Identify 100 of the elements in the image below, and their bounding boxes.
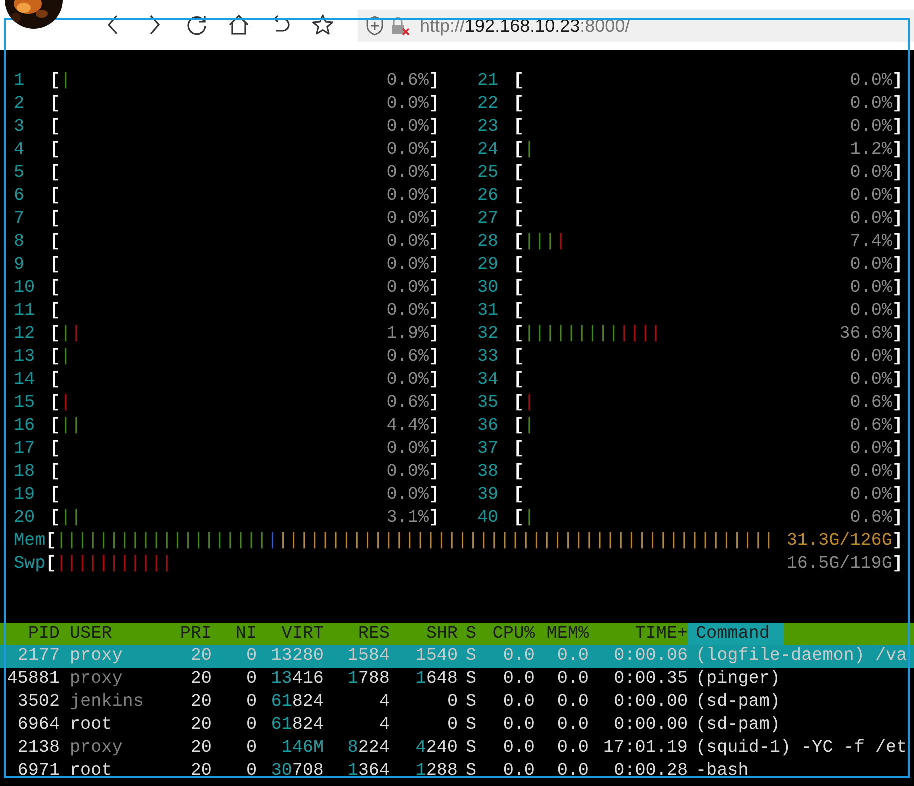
back-icon	[108, 15, 118, 35]
cpu-number: 10	[14, 277, 36, 300]
table-cell-text: 2177	[16, 645, 60, 668]
table-cell-text: 0	[245, 645, 257, 668]
usage-reading: 31.3G/126G	[786, 530, 892, 553]
usage-reading: 0.0%	[386, 484, 429, 507]
column-header[interactable]: TIME+	[589, 623, 688, 645]
meter-bracket: ]	[428, 415, 440, 438]
table-cell-text: 4	[378, 691, 390, 714]
table-cell-text: 0	[446, 691, 458, 714]
meter-bracket: ]	[428, 208, 440, 231]
table-cell-text: 61824	[270, 691, 324, 714]
table-cell-text: S	[465, 645, 478, 668]
process-row[interactable]: 6964 root 20 0 61824 4 0 S 0.0 0.0 0:00.00 (sd-pam)	[0, 714, 914, 737]
table-cell-text: 8224	[346, 737, 390, 760]
table-cell-text: 1788	[346, 668, 390, 691]
column-header[interactable]: MEM%	[535, 623, 589, 645]
usage-reading: 0.0%	[386, 93, 429, 116]
meter-bracket: ]	[892, 185, 903, 208]
meter-bracket: [	[50, 93, 61, 116]
usage-reading: 0.0%	[850, 254, 892, 277]
meter-label: Mem	[14, 530, 46, 553]
table-cell-text: 0	[245, 714, 257, 737]
process-row[interactable]: 6971 root 20 0 30708 1364 1288 S 0.0 0.0 0:00.28 -bash	[0, 760, 914, 783]
meter-bracket: [	[514, 139, 524, 162]
table-cell-text: 20	[190, 645, 212, 668]
table-cell-text: S	[465, 691, 478, 714]
usage-reading: 0.0%	[850, 484, 892, 507]
insecure-lock-icon	[390, 16, 410, 36]
meter-bracket: [	[514, 415, 524, 438]
meter-bracket: [	[50, 116, 61, 139]
usage-reading: 0.0%	[386, 116, 429, 139]
table-cell-text: S	[465, 760, 478, 783]
cpu-number: 17	[14, 438, 36, 461]
meter-bracket: [	[46, 553, 56, 576]
cpu-number: 31	[478, 300, 500, 323]
usage-reading: 1.9%	[386, 323, 429, 346]
column-header[interactable]: NI	[212, 623, 257, 645]
table-cell-text: 1648	[414, 668, 458, 691]
address-bar[interactable]: http://192.168.10.23:8000/	[358, 10, 914, 42]
cpu-number: 1	[14, 70, 26, 93]
meter-bracket: ]	[428, 185, 440, 208]
meter-bracket: ]	[428, 162, 440, 185]
usage-bar-label: |	[524, 415, 535, 438]
usage-reading: 0.0%	[386, 231, 429, 254]
column-header[interactable]: SHR	[390, 623, 458, 645]
column-header[interactable]: PRI	[160, 623, 212, 645]
meter-bracket: [	[514, 70, 524, 93]
meter-bracket: ]	[892, 553, 903, 576]
column-header[interactable]: RES	[324, 623, 390, 645]
meter-bracket: ]	[428, 392, 440, 415]
usage-bar-label: ||||||||||||||||||||||||||||||||||||||||||||||||||||||||||||||||||||	[56, 530, 774, 553]
process-row[interactable]: 45881 proxy 20 0 13416 1788 1648 S 0.0 0.0 0:00.35 (pinger)	[0, 668, 914, 691]
usage-reading: 7.4%	[850, 231, 892, 254]
meter-bracket: [	[514, 323, 524, 346]
usage-reading: 0.0%	[386, 369, 429, 392]
cpu-number: 9	[14, 254, 26, 277]
table-cell-text: 3502	[16, 691, 60, 714]
usage-reading: 0.6%	[850, 507, 892, 530]
table-cell-text: 0.0	[556, 737, 589, 760]
process-row[interactable]: 2138 proxy 20 0 146M 8224 4240 S 0.0 0.0 17:01.19 (squid-1) -YC -f /et	[0, 737, 914, 760]
column-header[interactable]: S	[458, 623, 480, 645]
url-text[interactable]: http://192.168.10.23:8000/	[420, 16, 630, 36]
column-header[interactable]: USER	[60, 623, 160, 645]
column-header[interactable]: Command	[688, 623, 784, 645]
meter-bracket: [	[514, 461, 524, 484]
usage-reading: 1.2%	[850, 139, 892, 162]
meter-bracket: ]	[428, 70, 440, 93]
process-row[interactable]: 3502 jenkins 20 0 61824 4 0 S 0.0 0.0 0:00.00 (sd-pam)	[0, 691, 914, 714]
cpu-number: 30	[478, 277, 500, 300]
table-cell-text: 0.0	[556, 645, 589, 668]
meter-bracket: [	[50, 392, 61, 415]
usage-reading: 0.0%	[386, 438, 429, 461]
table-cell-text: jenkins	[69, 691, 145, 714]
cpu-number: 24	[478, 139, 500, 162]
cpu-number: 22	[478, 93, 500, 116]
meter-bracket: ]	[892, 530, 903, 553]
usage-reading: 0.0%	[850, 185, 892, 208]
meter-bracket: [	[514, 369, 524, 392]
meter-bracket: ]	[892, 323, 903, 346]
table-cell-text: 146M	[280, 737, 324, 760]
usage-reading: 0.0%	[850, 300, 892, 323]
meter-bracket: ]	[892, 93, 903, 116]
column-header[interactable]: VIRT	[257, 623, 324, 645]
table-cell-text: 4	[378, 714, 390, 737]
table-cell-text: root	[69, 714, 114, 737]
table-cell-text: S	[465, 737, 478, 760]
table-cell-text: 0.0	[502, 645, 535, 668]
meter-bracket: [	[514, 116, 524, 139]
table-cell-text: 0:00.28	[613, 760, 688, 783]
table-cell-text: 13416	[270, 668, 324, 691]
column-header[interactable]: CPU%	[480, 623, 535, 645]
column-header[interactable]: PID	[0, 623, 60, 645]
meter-bracket: ]	[892, 300, 903, 323]
meter-bracket: [	[50, 484, 61, 507]
table-cell-text: 0:00.06	[613, 645, 688, 668]
meter-bracket: ]	[892, 139, 903, 162]
cpu-number: 29	[478, 254, 500, 277]
usage-bar-label: ||	[60, 507, 82, 530]
cpu-number: 8	[14, 231, 26, 254]
